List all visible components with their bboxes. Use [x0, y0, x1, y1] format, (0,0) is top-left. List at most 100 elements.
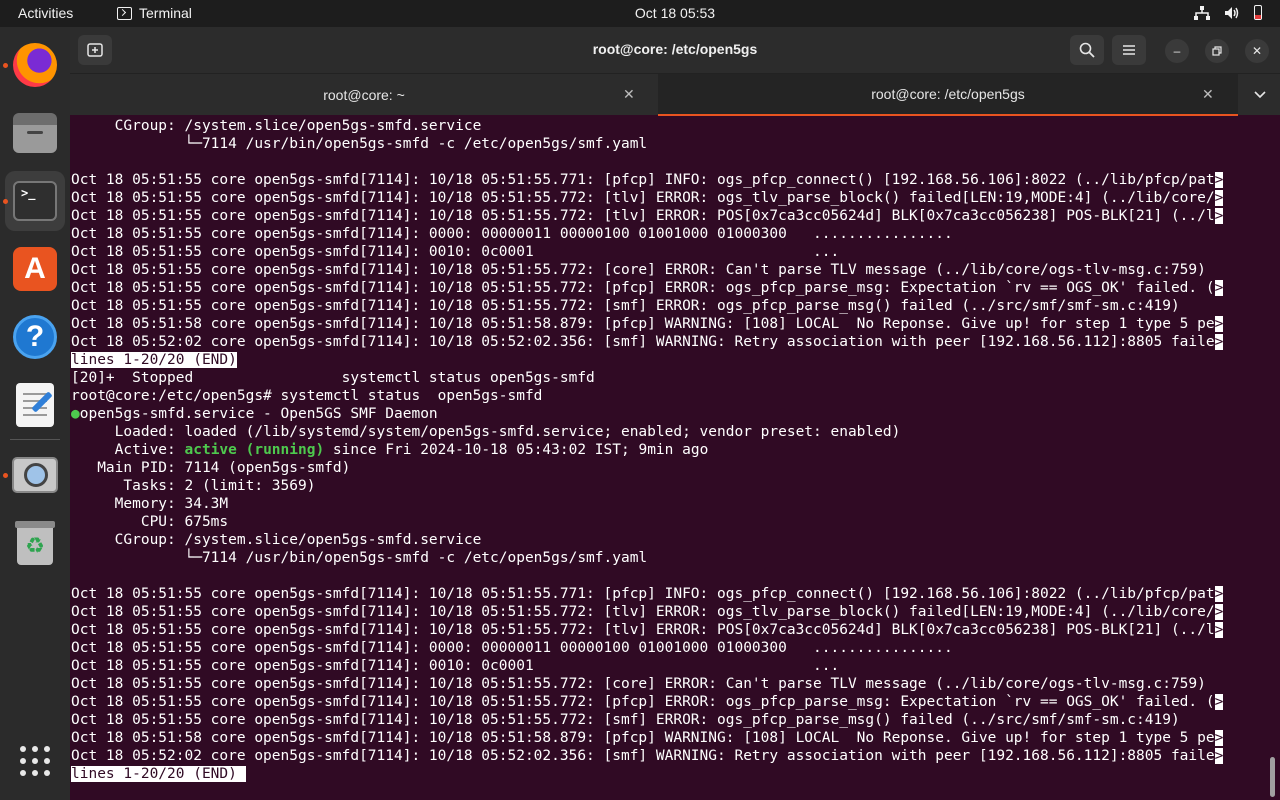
hamburger-icon — [1123, 45, 1135, 55]
restore-icon — [1212, 46, 1222, 56]
tab-bar: root@core: ~ ✕ root@core: /etc/open5gs ✕ — [70, 73, 1280, 116]
line-text: Oct 18 05:51:58 core open5gs-smfd[7114]:… — [71, 316, 1215, 332]
terminal-line: Oct 18 05:51:55 core open5gs-smfd[7114]:… — [71, 585, 1257, 603]
terminal-line: ●open5gs-smfd.service - Open5GS SMF Daem… — [71, 405, 1257, 423]
network-icon[interactable] — [1194, 5, 1210, 20]
text-editor-icon — [16, 383, 54, 427]
line-text: open5gs-smfd.service - Open5GS SMF Daemo… — [79, 406, 438, 422]
truncation-marker: > — [1214, 334, 1224, 350]
line-text: Oct 18 05:51:55 core open5gs-smfd[7114]:… — [71, 172, 1215, 188]
search-button[interactable] — [1070, 35, 1104, 65]
active-status: active (running) — [184, 442, 325, 458]
truncation-marker: > — [1214, 280, 1224, 296]
running-indicator — [3, 473, 8, 478]
volume-icon[interactable] — [1224, 6, 1240, 20]
terminal-line: └─7114 /usr/bin/open5gs-smfd -c /etc/ope… — [71, 135, 1257, 153]
line-text: root@core:/etc/open5gs# systemctl status… — [71, 388, 543, 404]
image-viewer-icon — [12, 457, 58, 493]
terminal-line: lines 1-20/20 (END) — [71, 351, 1257, 369]
line-text: CGroup: /system.slice/open5gs-smfd.servi… — [71, 118, 482, 134]
pager-status: lines 1-20/20 (END) — [71, 352, 237, 368]
scrollbar[interactable] — [1270, 757, 1275, 797]
terminal-line: root@core:/etc/open5gs# systemctl status… — [71, 387, 1257, 405]
dock-image-viewer[interactable] — [3, 445, 65, 505]
terminal-line: Memory: 34.3M — [71, 495, 1257, 513]
line-text: CPU: 675ms — [71, 514, 229, 530]
truncation-marker: > — [1214, 208, 1224, 224]
terminal-line: Oct 18 05:51:55 core open5gs-smfd[7114]:… — [71, 189, 1257, 207]
dock-files[interactable] — [5, 103, 65, 163]
terminal-line: Oct 18 05:51:58 core open5gs-smfd[7114]:… — [71, 315, 1257, 333]
line-text: Oct 18 05:51:55 core open5gs-smfd[7114]:… — [71, 712, 1180, 728]
dock: >_ A ? ♻ — [0, 27, 70, 800]
clock[interactable]: Oct 18 05:53 — [0, 5, 1280, 21]
truncation-marker: > — [1214, 316, 1224, 332]
dock-software[interactable]: A — [5, 239, 65, 299]
truncation-marker: > — [1214, 622, 1224, 638]
line-text: Oct 18 05:51:55 core open5gs-smfd[7114]:… — [71, 262, 1206, 278]
line-text: Oct 18 05:51:55 core open5gs-smfd[7114]:… — [71, 676, 1206, 692]
terminal-line: Oct 18 05:51:55 core open5gs-smfd[7114]:… — [71, 243, 1257, 261]
line-text: Oct 18 05:51:55 core open5gs-smfd[7114]:… — [71, 694, 1215, 710]
show-applications-button[interactable] — [5, 731, 65, 791]
header-bar: root@core: /etc/open5gs – ✕ — [70, 27, 1280, 73]
terminal-line: Oct 18 05:52:02 core open5gs-smfd[7114]:… — [71, 747, 1257, 765]
minimize-button[interactable]: – — [1165, 39, 1189, 63]
terminal-output[interactable]: CGroup: /system.slice/open5gs-smfd.servi… — [71, 117, 1257, 800]
terminal-line: Oct 18 05:51:55 core open5gs-smfd[7114]:… — [71, 171, 1257, 189]
tab-home[interactable]: root@core: ~ ✕ — [70, 74, 658, 116]
dock-text-editor[interactable] — [5, 375, 65, 435]
menu-button[interactable] — [1112, 35, 1146, 65]
terminal-line: Oct 18 05:51:55 core open5gs-smfd[7114]:… — [71, 693, 1257, 711]
line-text: Oct 18 05:51:55 core open5gs-smfd[7114]:… — [71, 244, 840, 260]
truncation-marker: > — [1214, 190, 1224, 206]
terminal-line: Oct 18 05:52:02 core open5gs-smfd[7114]:… — [71, 333, 1257, 351]
truncation-marker: > — [1214, 748, 1224, 764]
tab-close-icon[interactable]: ✕ — [623, 86, 635, 103]
dock-help[interactable]: ? — [5, 307, 65, 367]
terminal-line: └─7114 /usr/bin/open5gs-smfd -c /etc/ope… — [71, 549, 1257, 567]
trash-icon: ♻ — [15, 521, 55, 565]
files-icon — [13, 113, 57, 153]
line-text: Main PID: 7114 (open5gs-smfd) — [71, 460, 351, 476]
tab-close-icon[interactable]: ✕ — [1202, 86, 1214, 103]
terminal-line: [20]+ Stopped systemctl status open5gs-s… — [71, 369, 1257, 387]
terminal-app-icon: >_ — [13, 181, 57, 221]
line-text: Oct 18 05:52:02 core open5gs-smfd[7114]:… — [71, 334, 1215, 350]
terminal-line: CGroup: /system.slice/open5gs-smfd.servi… — [71, 117, 1257, 135]
help-icon: ? — [13, 315, 57, 359]
terminal-line: Oct 18 05:51:55 core open5gs-smfd[7114]:… — [71, 297, 1257, 315]
dock-terminal[interactable]: >_ — [3, 171, 65, 231]
terminal-line: Oct 18 05:51:55 core open5gs-smfd[7114]:… — [71, 639, 1257, 657]
terminal-line: Active: active (running) since Fri 2024-… — [71, 441, 1257, 459]
line-text: Oct 18 05:51:55 core open5gs-smfd[7114]:… — [71, 586, 1215, 602]
terminal-line: Main PID: 7114 (open5gs-smfd) — [71, 459, 1257, 477]
search-icon — [1079, 42, 1095, 58]
terminal-line: Oct 18 05:51:55 core open5gs-smfd[7114]:… — [71, 675, 1257, 693]
line-text: └─7114 /usr/bin/open5gs-smfd -c /etc/ope… — [71, 136, 648, 152]
terminal-line: Tasks: 2 (limit: 3569) — [71, 477, 1257, 495]
tab-list-chevron-down-icon[interactable] — [1254, 86, 1266, 102]
truncation-marker: > — [1214, 730, 1224, 746]
system-tray[interactable] — [1194, 5, 1262, 20]
terminal-line: CGroup: /system.slice/open5gs-smfd.servi… — [71, 531, 1257, 549]
dock-trash[interactable]: ♻ — [5, 513, 65, 573]
terminal-line: Oct 18 05:51:55 core open5gs-smfd[7114]:… — [71, 603, 1257, 621]
terminal-line: Oct 18 05:51:55 core open5gs-smfd[7114]:… — [71, 261, 1257, 279]
close-button[interactable]: ✕ — [1245, 39, 1269, 63]
dock-firefox[interactable] — [3, 35, 65, 95]
terminal-line: Oct 18 05:51:55 core open5gs-smfd[7114]:… — [71, 207, 1257, 225]
line-text: Oct 18 05:51:55 core open5gs-smfd[7114]:… — [71, 280, 1215, 296]
tab-open5gs[interactable]: root@core: /etc/open5gs ✕ — [658, 74, 1238, 116]
line-text: Tasks: 2 (limit: 3569) — [71, 478, 316, 494]
terminal-line: Loaded: loaded (/lib/systemd/system/open… — [71, 423, 1257, 441]
terminal-line: Oct 18 05:51:55 core open5gs-smfd[7114]:… — [71, 279, 1257, 297]
dock-separator — [10, 439, 60, 440]
battery-icon[interactable] — [1254, 5, 1262, 20]
app-grid-icon — [20, 746, 50, 776]
minimize-icon: – — [1173, 44, 1181, 58]
maximize-button[interactable] — [1205, 39, 1229, 63]
terminal-line: Oct 18 05:51:55 core open5gs-smfd[7114]:… — [71, 621, 1257, 639]
